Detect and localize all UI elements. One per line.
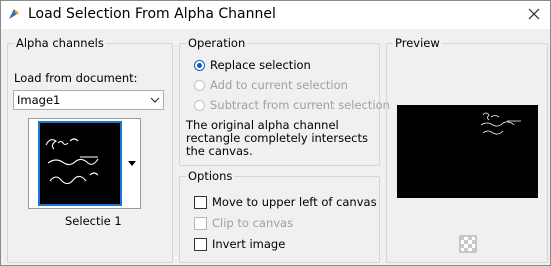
subtract-from-selection-radio[interactable]: Subtract from current selection: [194, 98, 390, 112]
add-to-selection-radio[interactable]: Add to current selection: [194, 78, 348, 92]
operation-legend: Operation: [186, 36, 248, 50]
window-title: Load Selection From Alpha Channel: [28, 6, 276, 22]
subtract-from-selection-label: Subtract from current selection: [210, 98, 390, 112]
app-icon: [9, 9, 19, 19]
preview-legend: Preview: [393, 36, 442, 50]
alpha-channel-thumbnail: [38, 121, 122, 206]
move-to-upper-left-label: Move to upper left of canvas: [212, 195, 377, 209]
invert-image-label: Invert image: [212, 237, 286, 251]
move-to-upper-left-checkbox[interactable]: Move to upper left of canvas: [194, 195, 377, 209]
replace-selection-label: Replace selection: [210, 58, 311, 72]
document-select[interactable]: Image1: [13, 90, 164, 110]
document-select-value: Image1: [17, 93, 61, 107]
close-icon[interactable]: [526, 6, 542, 22]
radio-indicator: [194, 99, 205, 111]
thumbnail-dropdown-icon[interactable]: [125, 119, 139, 208]
alpha-channels-legend: Alpha channels: [14, 36, 106, 50]
options-legend: Options: [186, 169, 235, 183]
load-from-document-label: Load from document:: [14, 71, 138, 85]
radio-indicator: [194, 59, 205, 71]
checkbox-box: [194, 216, 207, 230]
selection-name: Selectie 1: [65, 214, 122, 228]
chevron-down-icon: [150, 97, 160, 103]
replace-selection-radio[interactable]: Replace selection: [194, 58, 311, 72]
checkbox-box: [194, 237, 207, 251]
add-to-selection-label: Add to current selection: [210, 78, 348, 92]
title-bar[interactable]: Load Selection From Alpha Channel: [1, 1, 550, 29]
dialog-window: Load Selection From Alpha Channel Alpha …: [0, 0, 551, 266]
preview-image: [397, 105, 538, 198]
invert-image-checkbox[interactable]: Invert image: [194, 237, 285, 251]
checkbox-box: [194, 195, 207, 209]
checkerboard-toggle-icon[interactable]: [459, 235, 477, 253]
clip-to-canvas-label: Clip to canvas: [212, 216, 294, 230]
operation-note: The original alpha channel rectangle com…: [186, 118, 369, 158]
clip-to-canvas-checkbox[interactable]: Clip to canvas: [194, 216, 293, 230]
alpha-channel-thumbnail-picker[interactable]: [28, 118, 141, 209]
radio-indicator: [194, 79, 205, 91]
